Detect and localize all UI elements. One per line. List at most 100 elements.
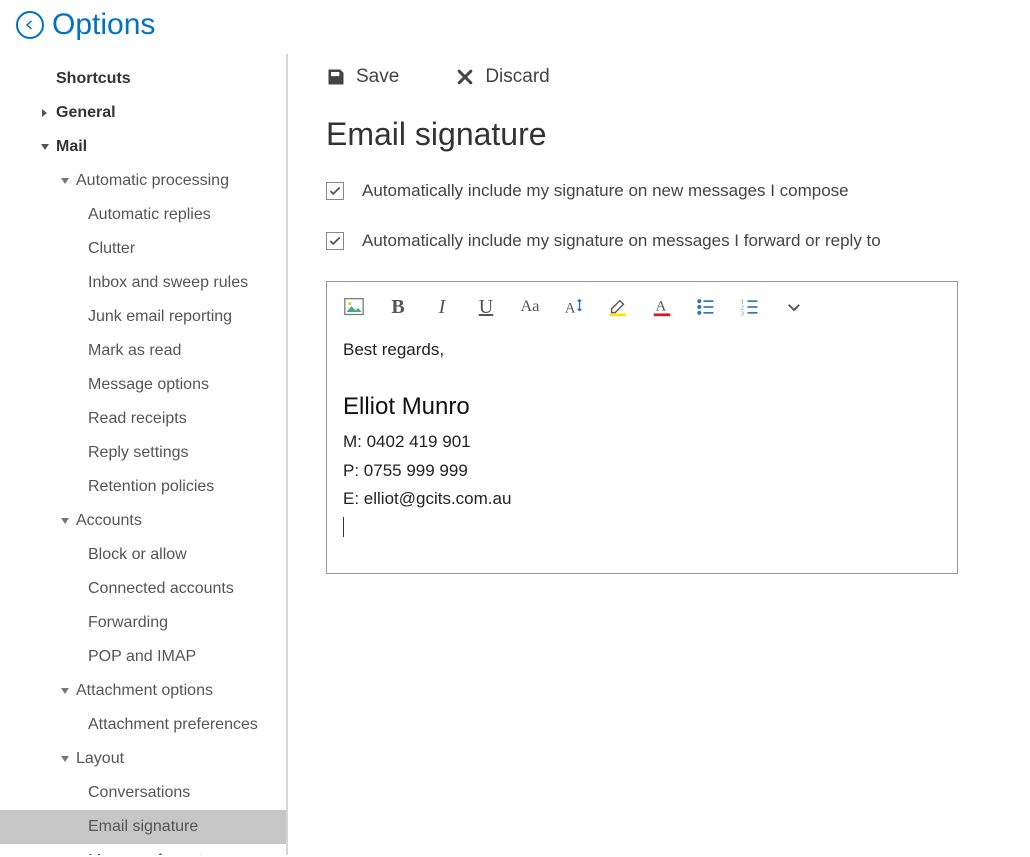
nav-layout[interactable]: Layout <box>0 742 286 776</box>
content-heading: Email signature <box>326 116 1000 153</box>
nav-read-receipts[interactable]: Read receipts <box>0 402 286 436</box>
check-icon <box>328 234 342 248</box>
nav-label: Mail <box>56 135 87 159</box>
nav-label: General <box>56 101 116 125</box>
font-button[interactable]: A <box>563 296 585 318</box>
font-color-icon: A <box>651 296 673 318</box>
save-icon <box>326 67 346 87</box>
page-title: Options <box>52 8 155 42</box>
caret-right-icon <box>40 108 50 118</box>
back-button[interactable] <box>16 11 44 39</box>
nav-label: Junk email reporting <box>88 305 232 329</box>
nav-reply-settings[interactable]: Reply settings <box>0 436 286 470</box>
insert-image-button[interactable] <box>343 296 365 318</box>
nav-label: Shortcuts <box>56 67 131 91</box>
bullet-list-icon <box>696 297 716 317</box>
nav-label: Reply settings <box>88 441 189 465</box>
nav-label: Email signature <box>88 815 198 839</box>
caret-down-icon <box>60 686 70 696</box>
svg-text:A: A <box>565 301 576 317</box>
font-icon: A <box>563 296 585 318</box>
more-formatting-button[interactable] <box>783 296 805 318</box>
nav-junk-email[interactable]: Junk email reporting <box>0 300 286 334</box>
nav-label: Automatic processing <box>76 169 229 193</box>
signature-name: Elliot Munro <box>343 387 941 428</box>
discard-button[interactable]: Discard <box>455 66 549 88</box>
header: Options <box>0 0 1030 54</box>
nav-label: Attachment options <box>76 679 213 703</box>
editor-toolbar: B I U Aa A A <box>327 282 957 332</box>
nav-inbox-sweep[interactable]: Inbox and sweep rules <box>0 266 286 300</box>
nav-email-signature[interactable]: Email signature <box>0 810 286 844</box>
nav-mark-as-read[interactable]: Mark as read <box>0 334 286 368</box>
nav-automatic-replies[interactable]: Automatic replies <box>0 198 286 232</box>
bullet-list-button[interactable] <box>695 296 717 318</box>
nav-label: Message options <box>88 373 209 397</box>
signature-mobile: M: 0402 419 901 <box>343 428 941 457</box>
sidebar: Shortcuts General Mail Automatic process… <box>0 54 288 855</box>
checkbox-row-new: Automatically include my signature on ne… <box>326 181 1000 201</box>
underline-button[interactable]: U <box>475 296 497 318</box>
highlight-icon <box>607 296 629 318</box>
main-content: Save Discard Email signature Automatical… <box>288 54 1030 855</box>
checkbox-include-reply[interactable] <box>326 232 344 250</box>
nav-label: Automatic replies <box>88 203 211 227</box>
checkbox-include-new[interactable] <box>326 182 344 200</box>
save-label: Save <box>356 66 399 88</box>
check-icon <box>328 184 342 198</box>
back-arrow-icon <box>24 19 36 31</box>
caret-down-icon <box>60 754 70 764</box>
text-cursor-icon <box>343 517 344 537</box>
caret-down-icon <box>40 142 50 152</box>
nav-mail[interactable]: Mail <box>0 130 286 164</box>
nav-conversations[interactable]: Conversations <box>0 776 286 810</box>
action-bar: Save Discard <box>326 66 1000 116</box>
nav-retention[interactable]: Retention policies <box>0 470 286 504</box>
nav-connected-accounts[interactable]: Connected accounts <box>0 572 286 606</box>
discard-label: Discard <box>485 66 549 88</box>
nav-label: Retention policies <box>88 475 214 499</box>
number-list-icon: 1 2 3 <box>740 297 760 317</box>
signature-phone: P: 0755 999 999 <box>343 457 941 486</box>
nav-general[interactable]: General <box>0 96 286 130</box>
nav-accounts[interactable]: Accounts <box>0 504 286 538</box>
nav-label: Forwarding <box>88 611 168 635</box>
nav-message-options[interactable]: Message options <box>0 368 286 402</box>
signature-textarea[interactable]: Best regards, Elliot Munro M: 0402 419 9… <box>327 332 957 573</box>
font-color-button[interactable]: A <box>651 296 673 318</box>
nav-label: Connected accounts <box>88 577 234 601</box>
checkbox-row-reply: Automatically include my signature on me… <box>326 231 1000 251</box>
nav-attachment-options[interactable]: Attachment options <box>0 674 286 708</box>
signature-email: E: elliot@gcits.com.au <box>343 485 941 514</box>
caret-down-icon <box>60 176 70 186</box>
signature-editor: B I U Aa A A <box>326 281 958 574</box>
close-icon <box>455 67 475 87</box>
save-button[interactable]: Save <box>326 66 399 88</box>
italic-button[interactable]: I <box>431 296 453 318</box>
caret-down-icon <box>60 516 70 526</box>
nav-attachment-prefs[interactable]: Attachment preferences <box>0 708 286 742</box>
number-list-button[interactable]: 1 2 3 <box>739 296 761 318</box>
font-size-button[interactable]: Aa <box>519 296 541 318</box>
checkbox-label: Automatically include my signature on me… <box>362 231 881 251</box>
nav-label: Accounts <box>76 509 142 533</box>
bold-button[interactable]: B <box>387 296 409 318</box>
nav-shortcuts[interactable]: Shortcuts <box>0 62 286 96</box>
nav-clutter[interactable]: Clutter <box>0 232 286 266</box>
nav-label: Mark as read <box>88 339 181 363</box>
image-icon <box>343 297 365 317</box>
nav-forwarding[interactable]: Forwarding <box>0 606 286 640</box>
nav-auto-processing[interactable]: Automatic processing <box>0 164 286 198</box>
highlight-button[interactable] <box>607 296 629 318</box>
svg-text:A: A <box>656 299 667 315</box>
nav-block-allow[interactable]: Block or allow <box>0 538 286 572</box>
nav-message-format[interactable]: Message format <box>0 844 286 855</box>
chevron-down-icon <box>785 298 803 316</box>
nav-pop-imap[interactable]: POP and IMAP <box>0 640 286 674</box>
checkbox-label: Automatically include my signature on ne… <box>362 181 849 201</box>
nav-label: Layout <box>76 747 124 771</box>
nav-label: Block or allow <box>88 543 187 567</box>
nav-label: POP and IMAP <box>88 645 196 669</box>
nav-label: Clutter <box>88 237 135 261</box>
signature-greeting: Best regards, <box>343 336 941 365</box>
